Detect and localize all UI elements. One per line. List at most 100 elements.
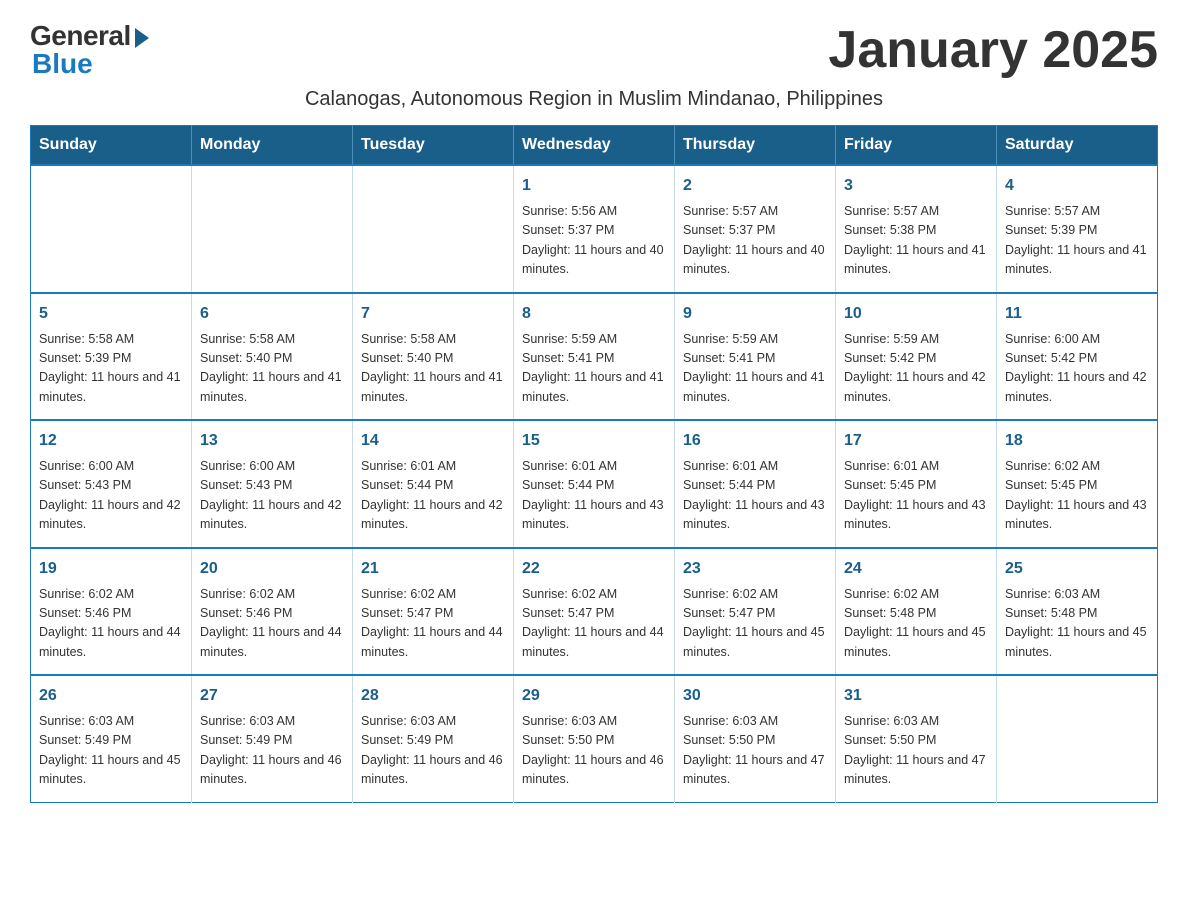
day-number: 15: [522, 429, 666, 453]
day-info: Sunrise: 6:02 AM Sunset: 5:47 PM Dayligh…: [522, 585, 666, 663]
day-info: Sunrise: 6:00 AM Sunset: 5:42 PM Dayligh…: [1005, 330, 1149, 408]
header-day-monday: Monday: [192, 126, 353, 166]
calendar-cell: 20Sunrise: 6:02 AM Sunset: 5:46 PM Dayli…: [192, 548, 353, 676]
calendar-cell: 9 Sunrise: 5:59 AM Sunset: 5:41 PM Daylig…: [675, 293, 836, 421]
day-number: 26: [39, 684, 183, 708]
day-number: 22: [522, 557, 666, 581]
day-number: 24: [844, 557, 988, 581]
day-number: 12: [39, 429, 183, 453]
day-number: 14: [361, 429, 505, 453]
day-number: 4: [1005, 174, 1149, 198]
day-info: Sunrise: 6:03 AM Sunset: 5:48 PM Dayligh…: [1005, 585, 1149, 663]
day-number: 27: [200, 684, 344, 708]
day-number: 21: [361, 557, 505, 581]
day-number: 18: [1005, 429, 1149, 453]
calendar-cell: 19 Sunrise: 6:02 AM Sunset: 5:46 PM Dayli…: [31, 548, 192, 676]
page-title: January 2025: [828, 20, 1158, 80]
day-number: 8: [522, 302, 666, 326]
day-info: Sunrise: 6:00 AM Sunset: 5:43 PM Dayligh…: [39, 457, 183, 535]
day-number: 13: [200, 429, 344, 453]
day-info: Sunrise: 6:03 AM Sunset: 5:50 PM Dayligh…: [683, 712, 827, 790]
day-number: 29: [522, 684, 666, 708]
day-info: Sunrise: 6:00 AM Sunset: 5:43 PM Dayligh…: [200, 457, 344, 535]
header-day-sunday: Sunday: [31, 126, 192, 166]
header-day-thursday: Thursday: [675, 126, 836, 166]
day-info: Sunrise: 5:59 AM Sunset: 5:41 PM Dayligh…: [683, 330, 827, 408]
day-info: Sunrise: 6:01 AM Sunset: 5:44 PM Dayligh…: [522, 457, 666, 535]
day-number: 30: [683, 684, 827, 708]
day-number: 2: [683, 174, 827, 198]
day-number: 31: [844, 684, 988, 708]
day-number: 19: [39, 557, 183, 581]
day-number: 9: [683, 302, 827, 326]
calendar-cell: 23 Sunrise: 6:02 AM Sunset: 5:47 PM Dayli…: [675, 548, 836, 676]
calendar-week-3: 12 Sunrise: 6:00 AM Sunset: 5:43 PM Dayli…: [31, 420, 1158, 548]
calendar-cell: [192, 165, 353, 293]
day-info: Sunrise: 6:01 AM Sunset: 5:44 PM Dayligh…: [683, 457, 827, 535]
day-info: Sunrise: 6:02 AM Sunset: 5:47 PM Dayligh…: [683, 585, 827, 663]
header-day-wednesday: Wednesday: [514, 126, 675, 166]
calendar-cell: 10 Sunrise: 5:59 AM Sunset: 5:42 PM Dayli…: [836, 293, 997, 421]
day-info: Sunrise: 6:03 AM Sunset: 5:50 PM Dayligh…: [844, 712, 988, 790]
calendar-cell: 26 Sunrise: 6:03 AM Sunset: 5:49 PM Dayli…: [31, 675, 192, 802]
calendar-cell: 5Sunrise: 5:58 AM Sunset: 5:39 PM Daylig…: [31, 293, 192, 421]
day-number: 17: [844, 429, 988, 453]
day-info: Sunrise: 6:03 AM Sunset: 5:49 PM Dayligh…: [39, 712, 183, 790]
calendar-header-row: SundayMondayTuesdayWednesdayThursdayFrid…: [31, 126, 1158, 166]
calendar-cell: 13 Sunrise: 6:00 AM Sunset: 5:43 PM Dayli…: [192, 420, 353, 548]
calendar-cell: 12 Sunrise: 6:00 AM Sunset: 5:43 PM Dayli…: [31, 420, 192, 548]
day-info: Sunrise: 6:02 AM Sunset: 5:46 PM Dayligh…: [39, 585, 183, 663]
day-info: Sunrise: 6:02 AM Sunset: 5:48 PM Dayligh…: [844, 585, 988, 663]
calendar-cell: [353, 165, 514, 293]
day-info: Sunrise: 6:01 AM Sunset: 5:44 PM Dayligh…: [361, 457, 505, 535]
logo-blue-text: Blue: [32, 48, 93, 80]
header-area: General Blue January 2025: [30, 20, 1158, 80]
day-info: Sunrise: 6:02 AM Sunset: 5:46 PM Dayligh…: [200, 585, 344, 663]
day-info: Sunrise: 5:59 AM Sunset: 5:42 PM Dayligh…: [844, 330, 988, 408]
header-day-tuesday: Tuesday: [353, 126, 514, 166]
day-number: 1: [522, 174, 666, 198]
calendar-week-2: 5Sunrise: 5:58 AM Sunset: 5:39 PM Daylig…: [31, 293, 1158, 421]
day-number: 10: [844, 302, 988, 326]
calendar-cell: 18 Sunrise: 6:02 AM Sunset: 5:45 PM Dayli…: [997, 420, 1158, 548]
header-day-saturday: Saturday: [997, 126, 1158, 166]
calendar-cell: [997, 675, 1158, 802]
day-info: Sunrise: 5:58 AM Sunset: 5:40 PM Dayligh…: [200, 330, 344, 408]
calendar-week-5: 26 Sunrise: 6:03 AM Sunset: 5:49 PM Dayli…: [31, 675, 1158, 802]
header-day-friday: Friday: [836, 126, 997, 166]
day-info: Sunrise: 5:59 AM Sunset: 5:41 PM Dayligh…: [522, 330, 666, 408]
calendar-cell: 28 Sunrise: 6:03 AM Sunset: 5:49 PM Dayli…: [353, 675, 514, 802]
day-info: Sunrise: 6:02 AM Sunset: 5:47 PM Dayligh…: [361, 585, 505, 663]
calendar-table: SundayMondayTuesdayWednesdayThursdayFrid…: [30, 125, 1158, 803]
day-number: 7: [361, 302, 505, 326]
day-info: Sunrise: 5:56 AM Sunset: 5:37 PM Dayligh…: [522, 202, 666, 280]
day-info: Sunrise: 5:57 AM Sunset: 5:39 PM Dayligh…: [1005, 202, 1149, 280]
calendar-cell: 15 Sunrise: 6:01 AM Sunset: 5:44 PM Dayli…: [514, 420, 675, 548]
day-info: Sunrise: 6:03 AM Sunset: 5:49 PM Dayligh…: [200, 712, 344, 790]
day-info: Sunrise: 5:58 AM Sunset: 5:39 PM Dayligh…: [39, 330, 183, 408]
calendar-cell: 11 Sunrise: 6:00 AM Sunset: 5:42 PM Dayli…: [997, 293, 1158, 421]
calendar-cell: 30 Sunrise: 6:03 AM Sunset: 5:50 PM Dayli…: [675, 675, 836, 802]
calendar-cell: 22 Sunrise: 6:02 AM Sunset: 5:47 PM Dayli…: [514, 548, 675, 676]
calendar-cell: 7 Sunrise: 5:58 AM Sunset: 5:40 PM Daylig…: [353, 293, 514, 421]
calendar-cell: 31 Sunrise: 6:03 AM Sunset: 5:50 PM Dayli…: [836, 675, 997, 802]
calendar-week-4: 19 Sunrise: 6:02 AM Sunset: 5:46 PM Dayli…: [31, 548, 1158, 676]
day-number: 11: [1005, 302, 1149, 326]
calendar-cell: 2 Sunrise: 5:57 AM Sunset: 5:37 PM Daylig…: [675, 165, 836, 293]
calendar-cell: 21 Sunrise: 6:02 AM Sunset: 5:47 PM Dayli…: [353, 548, 514, 676]
day-info: Sunrise: 6:03 AM Sunset: 5:49 PM Dayligh…: [361, 712, 505, 790]
calendar-cell: 17Sunrise: 6:01 AM Sunset: 5:45 PM Dayli…: [836, 420, 997, 548]
day-info: Sunrise: 6:03 AM Sunset: 5:50 PM Dayligh…: [522, 712, 666, 790]
calendar-cell: 29 Sunrise: 6:03 AM Sunset: 5:50 PM Dayli…: [514, 675, 675, 802]
day-number: 3: [844, 174, 988, 198]
calendar-cell: 25Sunrise: 6:03 AM Sunset: 5:48 PM Dayli…: [997, 548, 1158, 676]
day-info: Sunrise: 5:58 AM Sunset: 5:40 PM Dayligh…: [361, 330, 505, 408]
day-number: 28: [361, 684, 505, 708]
calendar-week-1: 1 Sunrise: 5:56 AM Sunset: 5:37 PM Daylig…: [31, 165, 1158, 293]
calendar-cell: 8 Sunrise: 5:59 AM Sunset: 5:41 PM Daylig…: [514, 293, 675, 421]
day-info: Sunrise: 6:02 AM Sunset: 5:45 PM Dayligh…: [1005, 457, 1149, 535]
calendar-cell: 1 Sunrise: 5:56 AM Sunset: 5:37 PM Daylig…: [514, 165, 675, 293]
calendar-cell: 4 Sunrise: 5:57 AM Sunset: 5:39 PM Daylig…: [997, 165, 1158, 293]
day-number: 23: [683, 557, 827, 581]
day-info: Sunrise: 5:57 AM Sunset: 5:37 PM Dayligh…: [683, 202, 827, 280]
